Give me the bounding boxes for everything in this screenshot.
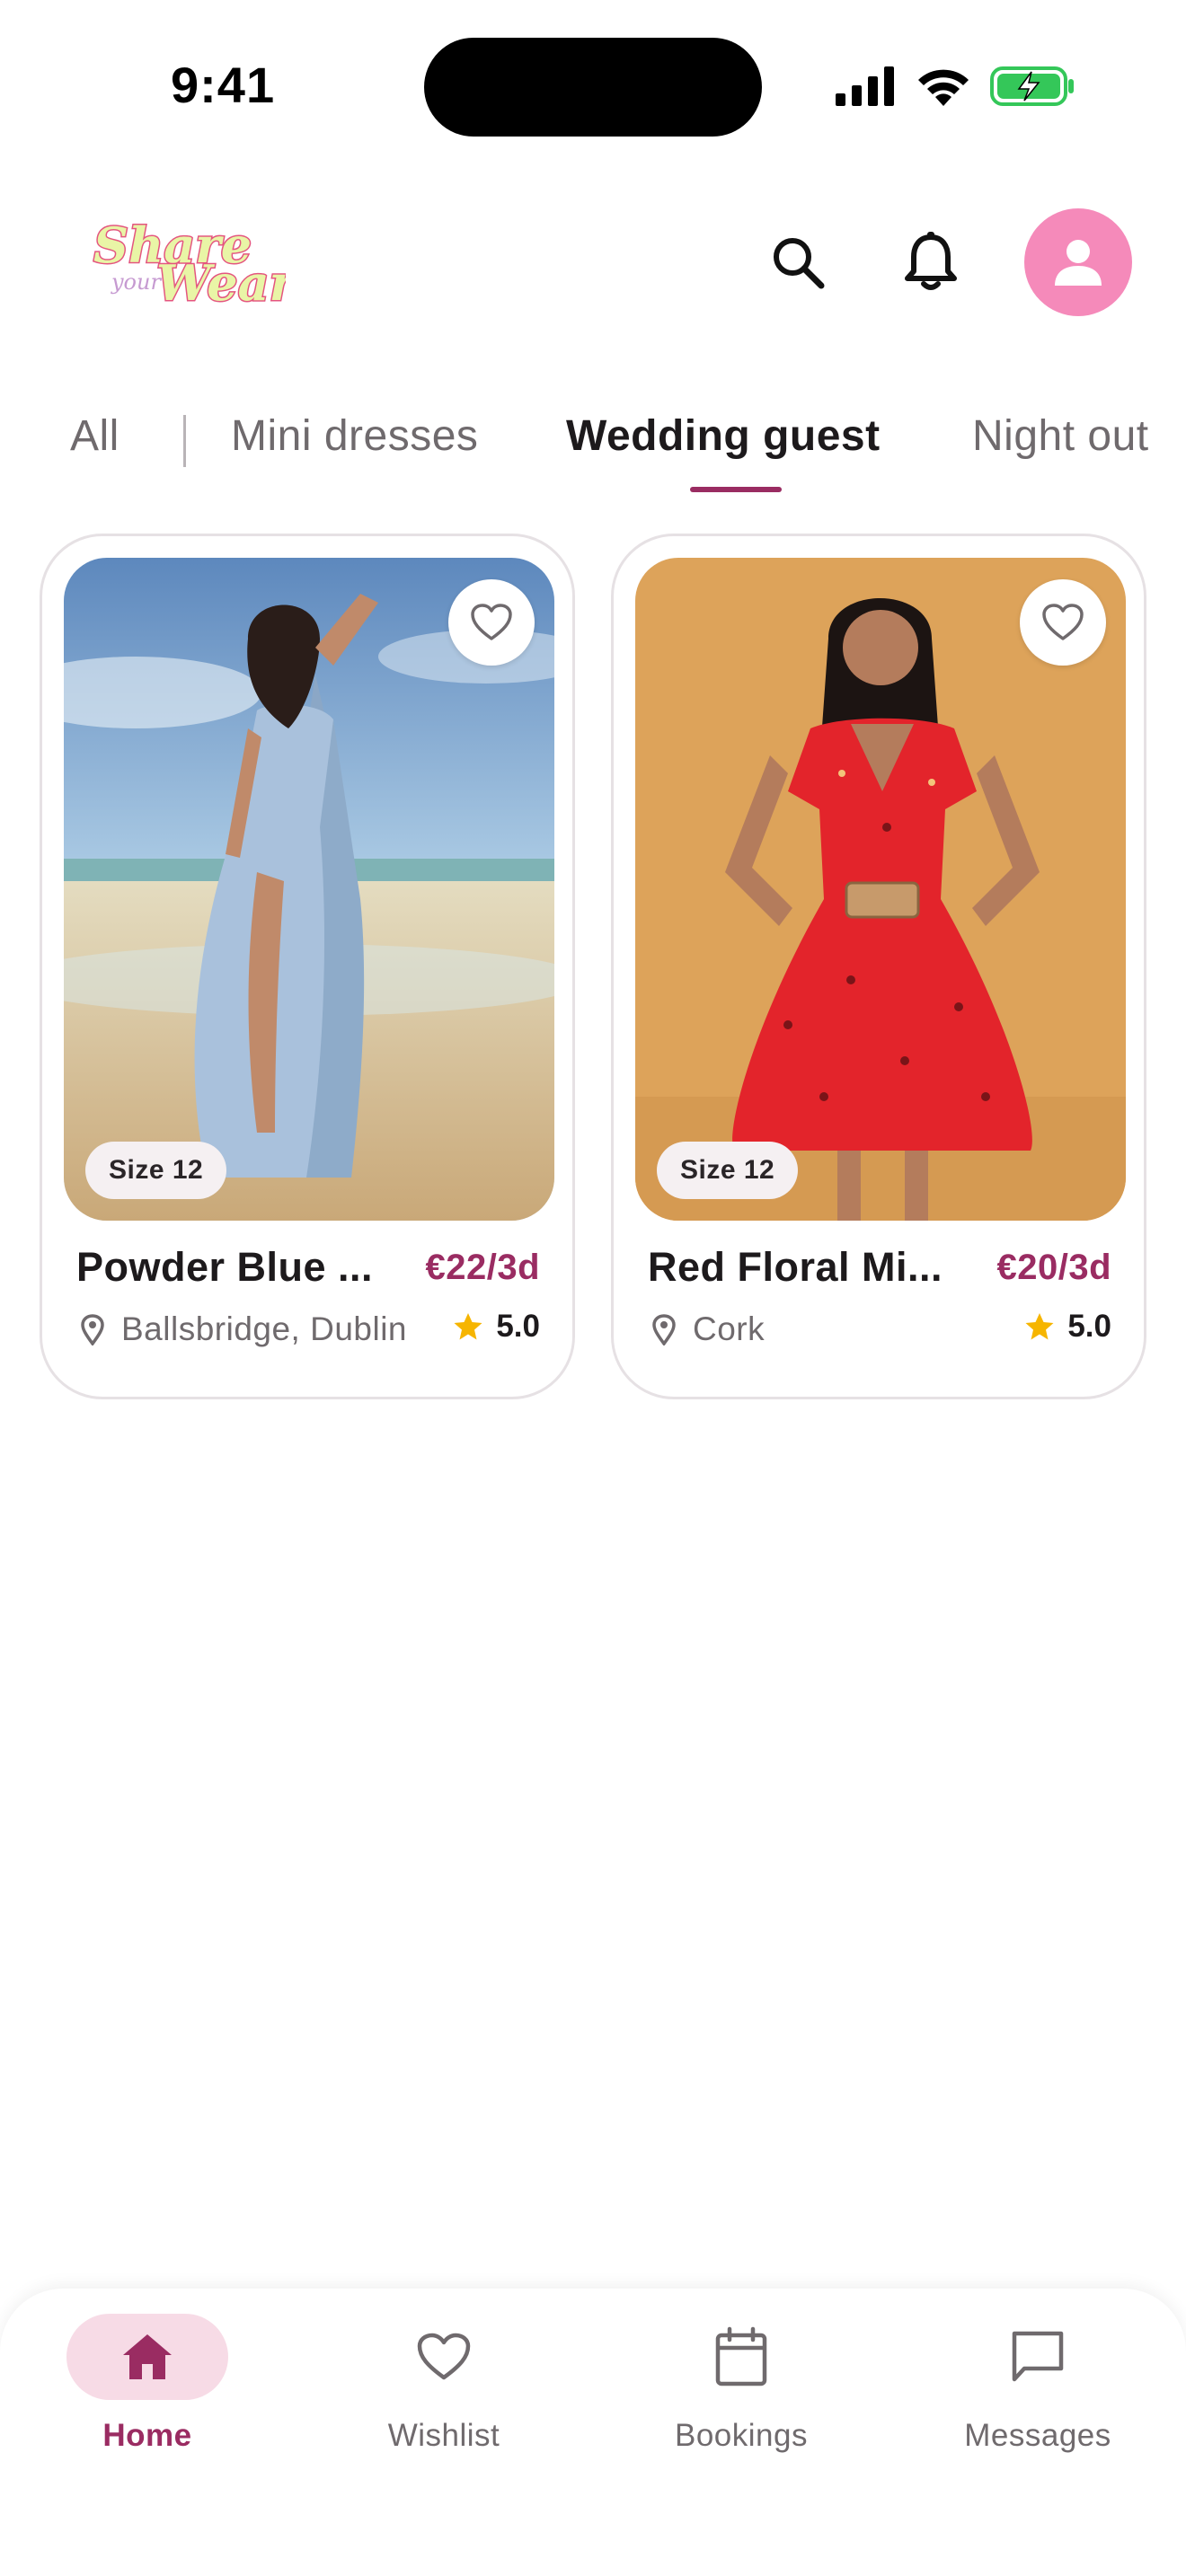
heart-outline-icon — [471, 604, 512, 640]
search-icon — [774, 238, 825, 289]
nav-home[interactable]: Home — [40, 2314, 255, 2475]
favorite-button[interactable] — [448, 579, 535, 666]
battery-charging-icon — [990, 66, 1074, 106]
category-tabs: All Mini dresses Wedding guest Night out — [0, 395, 1186, 494]
listing-rating: 5.0 — [453, 1309, 540, 1345]
app-logo[interactable]: Share your Wear — [88, 214, 300, 313]
location-text: Cork — [693, 1310, 766, 1347]
tab-divider — [183, 415, 186, 467]
header-actions — [758, 208, 1132, 316]
nav-messages[interactable]: Messages — [930, 2314, 1146, 2475]
rating-value: 5.0 — [1067, 1309, 1111, 1344]
tab-all[interactable]: All — [70, 411, 119, 461]
location-pin-icon — [81, 1314, 104, 1345]
nav-home-label: Home — [102, 2418, 192, 2453]
star-icon — [454, 1313, 482, 1340]
listing-price: €22/3d — [425, 1248, 540, 1287]
bottom-navigation: Home Wishlist Bookings Messages — [0, 2289, 1186, 2576]
listing-card[interactable]: Size 12 Red Floral Mi... €20/3d Cork 5.0 — [611, 534, 1146, 1399]
bell-icon — [905, 232, 957, 290]
dynamic-island — [424, 38, 762, 137]
profile-icon — [1055, 240, 1102, 286]
listing-rating: 5.0 — [1024, 1309, 1111, 1345]
nav-messages-label: Messages — [964, 2418, 1111, 2453]
listing-photo[interactable]: Size 12 — [64, 558, 554, 1221]
calendar-icon — [715, 2326, 767, 2386]
tab-wedding-guest[interactable]: Wedding guest — [566, 411, 881, 461]
profile-button[interactable] — [1024, 208, 1132, 316]
tab-mini-dresses[interactable]: Mini dresses — [231, 411, 478, 461]
size-badge: Size 12 — [657, 1142, 799, 1199]
nav-bookings[interactable]: Bookings — [633, 2314, 849, 2475]
home-icon — [123, 2334, 172, 2379]
signal-icon — [836, 66, 894, 106]
location-text: Ballsbridge, Dublin — [121, 1310, 408, 1347]
listing-title: Powder Blue ... — [76, 1244, 374, 1290]
message-icon — [1012, 2331, 1064, 2382]
svg-text:your: your — [111, 269, 162, 295]
nav-wishlist-icon-wrap — [363, 2314, 525, 2400]
tab-active-indicator — [690, 487, 782, 492]
nav-wishlist-label: Wishlist — [387, 2418, 500, 2453]
nav-bookings-label: Bookings — [675, 2418, 808, 2453]
listing-location: Cork — [651, 1310, 765, 1348]
size-badge: Size 12 — [85, 1142, 227, 1199]
listing-price: €20/3d — [996, 1248, 1111, 1287]
nav-wishlist[interactable]: Wishlist — [336, 2314, 552, 2475]
status-bar: 9:41 — [0, 0, 1186, 171]
nav-bookings-icon-wrap — [660, 2314, 822, 2400]
listing-photo[interactable]: Size 12 — [635, 558, 1126, 1221]
svg-text:Wear: Wear — [156, 254, 286, 312]
rating-value: 5.0 — [496, 1309, 540, 1344]
star-icon — [1025, 1313, 1054, 1340]
listing-card[interactable]: Size 12 Powder Blue ... €22/3d Ballsbrid… — [40, 534, 575, 1399]
favorite-button[interactable] — [1020, 579, 1106, 666]
status-icons — [836, 61, 1076, 111]
tab-night-out[interactable]: Night out — [972, 411, 1149, 461]
heart-outline-icon — [1042, 604, 1084, 640]
wifi-icon — [918, 69, 969, 106]
location-pin-icon — [652, 1314, 676, 1345]
listing-title: Red Floral Mi... — [648, 1244, 943, 1290]
nav-messages-icon-wrap — [957, 2314, 1119, 2400]
notifications-button[interactable] — [891, 223, 970, 302]
status-time: 9:41 — [171, 57, 276, 113]
search-button[interactable] — [758, 223, 837, 302]
heart-icon — [417, 2333, 471, 2380]
listing-location: Ballsbridge, Dublin — [80, 1310, 407, 1348]
nav-home-indicator — [66, 2314, 228, 2400]
